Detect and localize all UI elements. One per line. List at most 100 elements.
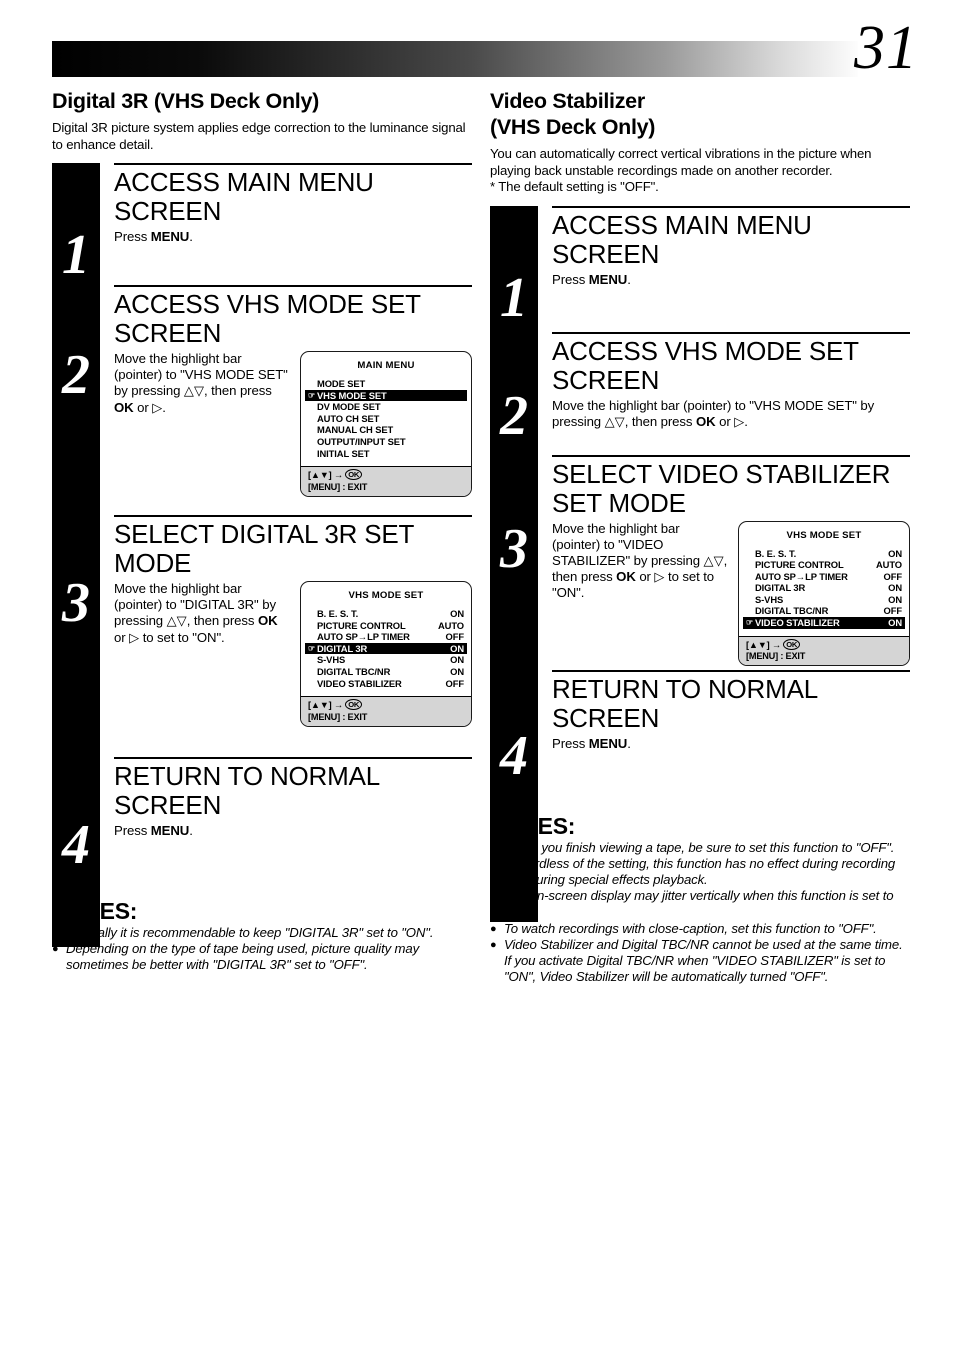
left-step-4-number: 4 — [62, 814, 90, 876]
osd-row-value: ON — [888, 617, 902, 629]
osd-vhs-mode-set-left: VHS MODE SET B. E. S. T. ON PICTURE CONTRO… — [300, 581, 472, 727]
osd-row[interactable]: AUTO CH SET — [305, 413, 467, 425]
right-step-4-body: Press MENU. — [552, 736, 910, 752]
body-bold: OK — [114, 399, 134, 415]
osd-row[interactable]: B. E. S. T. ON — [305, 608, 467, 620]
osd-row[interactable]: AUTO SP→LP TIMER OFF — [743, 571, 905, 583]
note-text: Regardless of the setting, this function… — [504, 855, 896, 887]
right-step-4-heading: RETURN TO NORMAL SCREEN — [552, 673, 818, 733]
body-post: . — [627, 271, 631, 287]
body-pre: Press — [552, 735, 589, 751]
right-step-1: 1 ACCESS MAIN MENU SCREEN Press MENU. — [490, 205, 910, 332]
right-step-3: 3 SELECT VIDEO STABILIZER SET MODE Move … — [490, 454, 910, 670]
step-rule — [552, 669, 910, 672]
osd-row-value: ON — [450, 654, 464, 666]
right-step-2: 2 ACCESS VHS MODE SET SCREEN Move the hi… — [490, 331, 910, 455]
body-bold: OK — [695, 413, 716, 429]
bullet-icon: ● — [490, 938, 497, 951]
osd-row-label: B. E. S. T. — [317, 608, 359, 619]
osd-row-label: S-VHS — [755, 593, 784, 605]
right-step-4: 4 RETURN TO NORMAL SCREEN Press MENU. — [490, 669, 910, 790]
pointer-hand-icon: ☞ — [746, 618, 754, 628]
right-steps: 1 ACCESS MAIN MENU SCREEN Press MENU. 2 … — [490, 205, 910, 922]
body-pre: Press — [114, 229, 151, 244]
left-step-4-heading: RETURN TO NORMAL SCREEN — [114, 761, 380, 820]
osd-row-value: OFF — [883, 605, 903, 617]
osd-row-label: AUTO SP→LP TIMER — [755, 570, 848, 582]
osd-row-label: PICTURE CONTROL — [755, 559, 844, 571]
osd-footer: [▲▼] → OK [MENU] : EXIT — [739, 635, 909, 666]
osd-row[interactable]: ☞ VHS MODE SET — [305, 389, 467, 402]
step-rule — [114, 163, 472, 165]
ok-badge-icon: OK — [345, 699, 363, 711]
osd-title: VHS MODE SET — [348, 590, 424, 601]
osd-row[interactable]: DIGITAL TBC/NR ON — [305, 666, 467, 678]
osd-row[interactable]: B. E. S. T. ON — [743, 548, 905, 560]
note-text: The on-screen display may jitter vertica… — [504, 888, 894, 919]
right-step-1-heading: ACCESS MAIN MENU SCREEN — [552, 209, 812, 269]
note-item: ●When you finish viewing a tape, be sure… — [490, 840, 910, 856]
osd-row-list: B. E. S. T. ON PICTURE CONTROL AUTO AUTO SP→… — [739, 548, 909, 629]
osd-row[interactable]: DIGITAL 3R ON — [743, 582, 905, 594]
osd-row-value: ON — [450, 642, 464, 654]
left-step-2-heading: ACCESS VHS MODE SET SCREEN — [114, 289, 421, 348]
step-rule — [552, 331, 910, 334]
osd-row-value: AUTO — [438, 619, 464, 631]
osd-row[interactable]: MODE SET — [305, 378, 467, 390]
osd-row-value: AUTO — [876, 559, 902, 571]
osd-row-label: VIDEO STABILIZER — [317, 677, 402, 689]
osd-row[interactable]: VIDEO STABILIZER OFF — [305, 678, 467, 690]
osd-row[interactable]: PICTURE CONTROL AUTO — [743, 559, 905, 571]
body-bold: OK — [257, 613, 278, 629]
note-text: To watch recordings with close-caption, … — [504, 920, 877, 936]
step-rule — [114, 285, 472, 287]
osd-row[interactable]: ☞ DIGITAL 3R ON — [305, 642, 467, 655]
right-step-3-flow: Move the highlight bar (pointer) to "VID… — [552, 520, 910, 667]
left-notes-list: ●Normally it is recommendable to keep "D… — [52, 925, 472, 974]
osd-footer: [▲▼] → OK [MENU] : EXIT — [301, 696, 471, 726]
osd-row-label: MODE SET — [317, 378, 366, 389]
osd-row-label: DIGITAL TBC/NR — [317, 665, 391, 677]
osd-row-value: OFF — [883, 570, 903, 582]
osd-main-menu: MAIN MENU MODE SET ☞ VHS MODE SET DV MODE S… — [300, 351, 472, 497]
note-item: ● To watch recordings with close-caption,… — [490, 921, 910, 937]
left-steps: 1 ACCESS MAIN MENU SCREEN Press MENU. 2 … — [52, 163, 472, 947]
osd-row[interactable]: MANUAL CH SET — [305, 424, 467, 436]
page-number: 31 — [854, 14, 918, 82]
osd-row-label: B. E. S. T. — [755, 547, 797, 559]
osd-row[interactable]: S-VHS ON — [743, 594, 905, 606]
osd-row[interactable]: DIGITAL TBC/NR OFF — [743, 605, 905, 617]
osd-row-label: S-VHS — [317, 654, 346, 666]
body-bold: MENU — [150, 229, 190, 244]
right-step-3-heading: SELECT VIDEO STABILIZER SET MODE — [552, 458, 891, 518]
left-step-1: 1 ACCESS MAIN MENU SCREEN Press MENU. — [52, 163, 472, 285]
osd-row[interactable]: DV MODE SET — [305, 401, 467, 413]
osd-row[interactable]: INITIAL SET — [305, 448, 467, 460]
right-column: Video Stabilizer (VHS Deck Only) You can… — [490, 88, 910, 985]
osd-row[interactable]: AUTO SP→LP TIMER OFF — [305, 631, 467, 643]
osd-row[interactable]: S-VHS ON — [305, 654, 467, 666]
right-title-line-1: Video Stabilizer — [490, 89, 645, 113]
body-bold: MENU — [588, 735, 628, 751]
osd-row[interactable]: PICTURE CONTROL AUTO — [305, 620, 467, 632]
osd-row[interactable]: ☞ VIDEO STABILIZER ON — [743, 617, 905, 629]
step-rule — [552, 205, 910, 208]
osd-footer-line-1: [▲▼] → OK — [308, 469, 464, 481]
osd-row-value: ON — [450, 608, 464, 619]
left-notes-title: NOTES: — [52, 899, 472, 924]
osd-footer-line-2: [MENU] : EXIT — [308, 481, 368, 492]
osd-row-list: MODE SET ☞ VHS MODE SET DV MODE SET AUTO CH … — [301, 378, 471, 459]
left-notes: NOTES: ●Normally it is recommendable to … — [52, 899, 472, 974]
right-section-intro: You can automatically correct vertical v… — [490, 146, 872, 178]
pointer-hand-icon: ☞ — [308, 390, 316, 400]
osd-footer-line-2: [MENU] : EXIT — [308, 711, 368, 722]
right-step-3-body: Move the highlight bar (pointer) to "VID… — [552, 521, 730, 602]
left-step-3-body: Move the highlight bar (pointer) to "DIG… — [114, 581, 292, 646]
note-text: Normally it is recommendable to keep "DI… — [66, 925, 434, 940]
bullet-icon: ● — [490, 922, 497, 935]
left-step-3-heading: SELECT DIGITAL 3R SET MODE — [114, 519, 414, 578]
osd-footer-line-1: [▲▼] → OK — [308, 699, 464, 711]
step-rule — [114, 757, 472, 759]
note-item: ● Depending on the type of tape being use… — [52, 941, 472, 973]
osd-row[interactable]: OUTPUT/INPUT SET — [305, 436, 467, 448]
